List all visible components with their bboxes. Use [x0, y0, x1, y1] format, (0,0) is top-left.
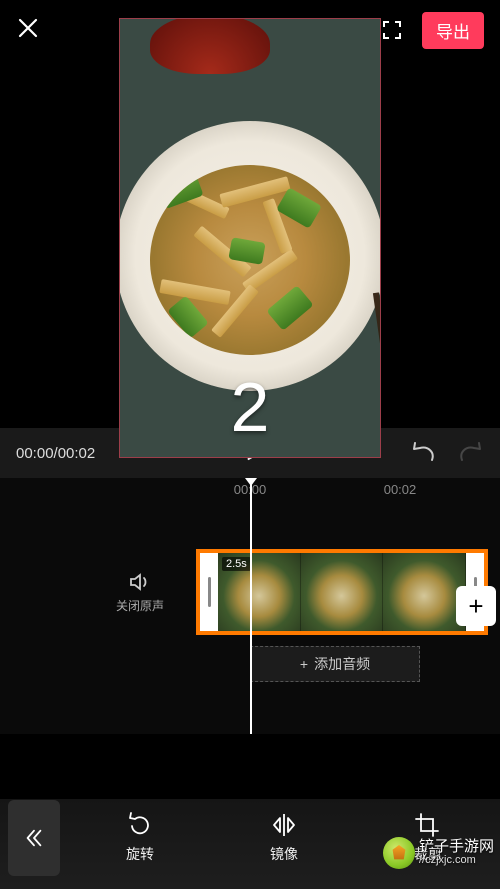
video-preview[interactable]: 2: [0, 18, 500, 428]
add-audio-label: 添加音频: [314, 654, 370, 674]
mute-label: 关闭原声: [116, 599, 164, 613]
watermark-url: //czjxjc.com: [419, 854, 494, 867]
site-watermark: 铲子手游网 //czjxjc.com: [383, 837, 494, 869]
add-clip-button[interactable]: + 添加: [456, 586, 496, 626]
clip-handle-left[interactable]: [200, 553, 218, 631]
clip-duration-badge: 2.5s: [222, 557, 251, 571]
toolbar-back-button[interactable]: [8, 800, 60, 876]
countdown-overlay: 2: [231, 367, 270, 447]
rotate-label: 旋转: [126, 844, 154, 864]
clip-thumbnails: 2.5s: [218, 553, 466, 631]
plus-icon: +: [300, 656, 308, 672]
time-display: 00:00/00:02: [16, 445, 95, 462]
watermark-text: 铲子手游网: [419, 839, 494, 854]
redo-button[interactable]: [458, 442, 484, 464]
mirror-tool[interactable]: 镜像: [270, 812, 298, 864]
timeline[interactable]: 00:00 00:02 关闭原声 2.5s + 添加 + 添加音频: [0, 478, 500, 734]
video-clip-selected[interactable]: 2.5s: [196, 549, 488, 635]
ruler-tick: 00:02: [384, 482, 417, 497]
mute-original-sound[interactable]: 关闭原声: [100, 571, 180, 614]
video-frame: 2: [119, 18, 381, 458]
mirror-label: 镜像: [270, 844, 298, 864]
undo-button[interactable]: [410, 442, 436, 464]
watermark-icon: [383, 837, 415, 869]
playhead[interactable]: [250, 478, 252, 734]
rotate-tool[interactable]: 旋转: [126, 812, 154, 864]
add-audio-track[interactable]: + 添加音频: [250, 646, 420, 682]
